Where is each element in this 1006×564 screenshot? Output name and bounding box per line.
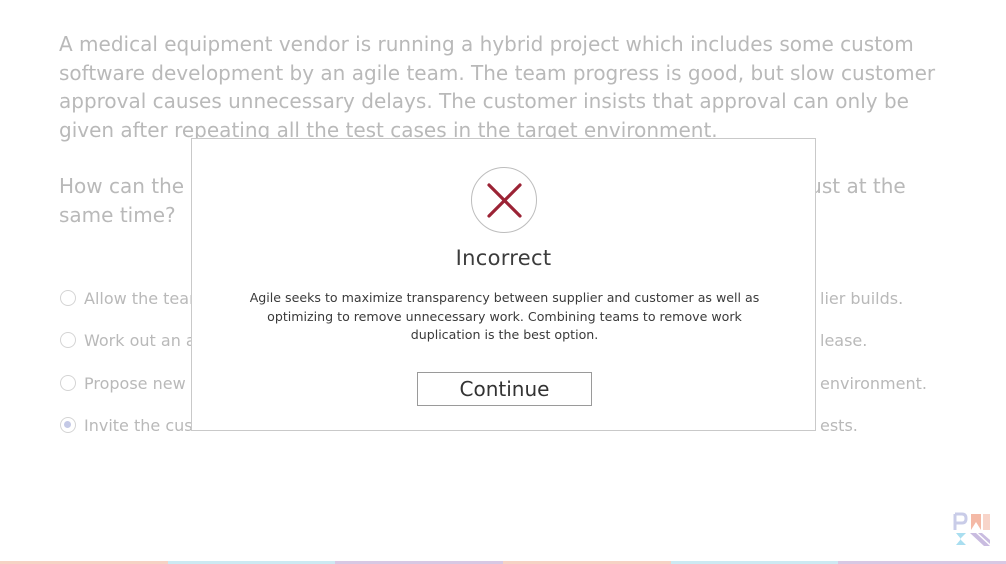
answer-option-tail: ests. <box>820 414 858 436</box>
incorrect-icon <box>471 167 537 233</box>
answer-option-text-end: ests. <box>820 415 858 435</box>
question-paragraph-2-start: How can the p <box>59 174 204 198</box>
radio-button[interactable] <box>60 332 76 348</box>
radio-button[interactable] <box>60 290 76 306</box>
answer-option-text: Work out an a <box>84 330 196 350</box>
answer-option[interactable]: Propose new <box>60 372 186 394</box>
question-paragraph-2-line2: same time? <box>59 202 176 227</box>
close-icon <box>487 183 522 218</box>
answer-option-text-end: lease. <box>820 330 868 350</box>
pmi-logo <box>952 512 992 548</box>
answer-option-text-end: environment. <box>820 373 927 393</box>
radio-button-selected[interactable] <box>60 417 76 433</box>
answer-option-tail: environment. <box>820 372 927 394</box>
answer-option-text-end: lier builds. <box>820 288 904 308</box>
answer-option-tail: lier builds. <box>820 287 903 309</box>
continue-button[interactable]: Continue <box>417 372 592 406</box>
answer-option-text: Allow the tear <box>84 288 196 308</box>
modal-title: Incorrect <box>455 246 552 270</box>
answer-option-selected[interactable]: Invite the cust <box>60 414 199 436</box>
answer-option-text: Propose new <box>84 373 186 393</box>
feedback-message: Agile seeks to maximize transparency bet… <box>249 290 760 342</box>
feedback-modal: Incorrect Agile seeks to maximize transp… <box>191 138 816 431</box>
answer-option[interactable]: Allow the tear <box>60 287 196 309</box>
radio-button[interactable] <box>60 375 76 391</box>
answer-option[interactable]: Work out an a <box>60 329 196 351</box>
answer-option-tail: lease. <box>820 329 867 351</box>
answer-option-text: Invite the cust <box>84 415 199 435</box>
question-paragraph-1: A medical equipment vendor is running a … <box>59 32 936 142</box>
question-paragraph-2-end: ust at the <box>809 174 906 198</box>
